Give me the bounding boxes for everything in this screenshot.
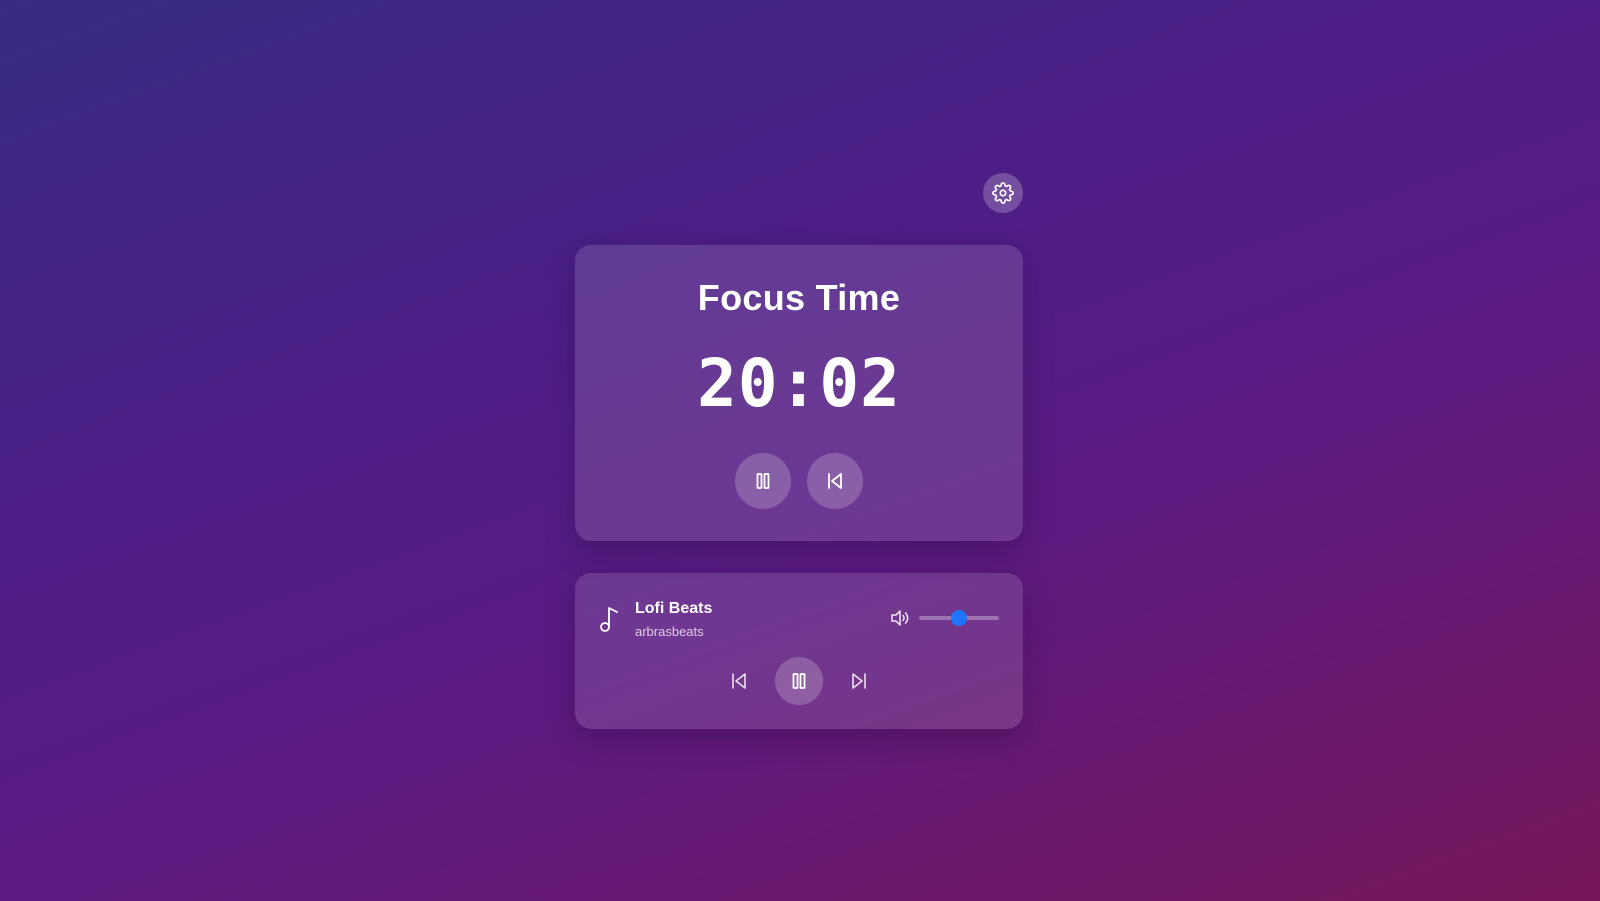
volume-thumb[interactable]	[951, 610, 967, 626]
timer-display: 20:02	[697, 345, 901, 422]
music-pause-button[interactable]	[775, 657, 823, 705]
volume-slider[interactable]	[919, 610, 999, 626]
settings-button[interactable]	[983, 173, 1023, 213]
volume-icon[interactable]	[890, 609, 910, 627]
skip-forward-icon	[852, 673, 866, 689]
music-player-card: Lofi Beats arbrasbeats	[575, 573, 1023, 729]
pause-icon	[792, 673, 806, 689]
timer-controls	[575, 453, 1023, 509]
pause-icon	[756, 473, 770, 489]
gear-icon	[992, 182, 1014, 204]
previous-track-button[interactable]	[725, 667, 753, 695]
track-title: Lofi Beats	[635, 600, 713, 617]
skip-back-icon	[732, 673, 746, 689]
skip-back-icon	[828, 473, 842, 489]
timer-title: Focus Time	[697, 277, 901, 318]
timer-pause-button[interactable]	[735, 453, 791, 509]
timer-reset-button[interactable]	[807, 453, 863, 509]
music-controls	[575, 657, 1023, 705]
next-track-button[interactable]	[845, 667, 873, 695]
music-note-icon	[600, 607, 618, 632]
timer-card: Focus Time 20:02	[575, 245, 1023, 541]
track-artist: arbrasbeats	[635, 624, 704, 639]
